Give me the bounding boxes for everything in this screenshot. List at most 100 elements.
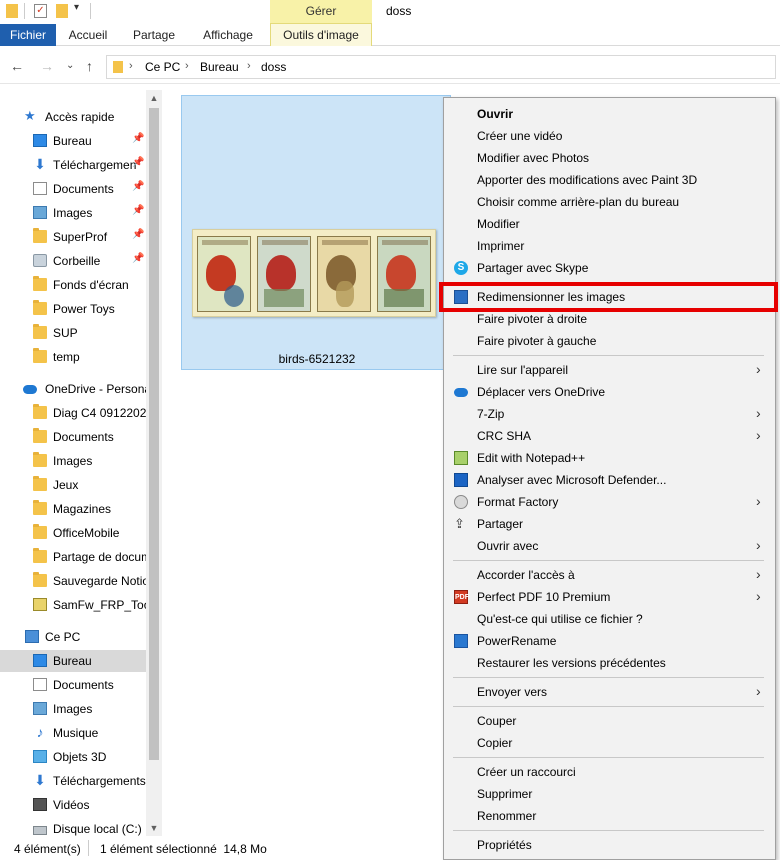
scroll-down-icon[interactable]: ▼	[146, 820, 162, 836]
sidebar-item-onedrive-documents[interactable]: Documents	[0, 426, 146, 448]
sidebar-item-disque-local[interactable]: Disque local (C:)	[0, 818, 146, 836]
scroll-up-icon[interactable]: ▲	[146, 90, 162, 106]
sidebar-item-temp[interactable]: temp	[0, 346, 146, 368]
breadcrumb-bureau[interactable]: Bureau	[200, 60, 239, 74]
sidebar-item-fonds-ecran[interactable]: Fonds d'écran	[0, 274, 146, 296]
address-bar[interactable]: › Ce PC › Bureau › doss	[106, 55, 776, 79]
sidebar-item-officemobile[interactable]: OfficeMobile	[0, 522, 146, 544]
forward-arrow-icon[interactable]: →	[40, 58, 54, 74]
menu-item-defender[interactable]: Analyser avec Microsoft Defender...	[444, 469, 775, 491]
sidebar-item-sauvegarde-notion[interactable]: Sauvegarde Notio	[0, 570, 146, 592]
menu-item-format-factory[interactable]: Format Factory ›	[444, 491, 775, 513]
breadcrumb-doss[interactable]: doss	[261, 60, 286, 74]
scrollbar-thumb[interactable]	[149, 108, 159, 760]
sidebar-item-telechargements[interactable]: ⬇ Téléchargemen 📌	[0, 154, 146, 176]
sidebar-item-bureau[interactable]: Bureau 📌	[0, 130, 146, 152]
tab-fichier[interactable]: Fichier	[0, 24, 56, 46]
menu-item-imprimer[interactable]: Imprimer	[444, 235, 775, 257]
menu-item-proprietes[interactable]: Propriétés	[444, 834, 775, 856]
folder-icon[interactable]	[6, 4, 18, 18]
sidebar-item-pc-documents[interactable]: Documents	[0, 674, 146, 696]
menu-item-7zip[interactable]: 7-Zip ›	[444, 403, 775, 425]
chevron-right-icon[interactable]: ›	[185, 60, 189, 72]
chevron-right-icon[interactable]: ›	[129, 60, 133, 72]
menu-item-redimensionner[interactable]: Redimensionner les images	[439, 282, 778, 312]
sidebar-item-pc-telechargements[interactable]: ⬇ Téléchargements	[0, 770, 146, 792]
breadcrumb-ce-pc[interactable]: Ce PC	[145, 60, 180, 74]
sidebar-item-onedrive-images[interactable]: Images	[0, 450, 146, 472]
menu-item-crc-sha[interactable]: CRC SHA ›	[444, 425, 775, 447]
pin-icon[interactable]: 📌	[132, 133, 144, 144]
menu-item-copier[interactable]: Copier	[444, 732, 775, 754]
menu-item-restaurer-versions[interactable]: Restaurer les versions précédentes	[444, 652, 775, 674]
sidebar-item-musique[interactable]: ♪ Musique	[0, 722, 146, 744]
tab-accueil[interactable]: Accueil	[58, 24, 118, 46]
sidebar-item-power-toys[interactable]: Power Toys	[0, 298, 146, 320]
menu-item-paint-3d[interactable]: Apporter des modifications avec Paint 3D	[444, 169, 775, 191]
new-folder-icon[interactable]	[56, 4, 68, 18]
file-item[interactable]: birds-6521232	[181, 95, 451, 370]
menu-item-partager-skype[interactable]: S Partager avec Skype	[444, 257, 775, 279]
pin-icon[interactable]: 📌	[132, 229, 144, 240]
sidebar-item-videos[interactable]: Vidéos	[0, 794, 146, 816]
pin-icon[interactable]: 📌	[132, 157, 144, 168]
sidebar-item-diag-c4[interactable]: Diag C4 09122022	[0, 402, 146, 424]
menu-item-ouvrir[interactable]: Ouvrir	[444, 103, 775, 125]
menu-item-label: Format Factory	[477, 495, 559, 509]
menu-item-perfect-pdf[interactable]: PDF Perfect PDF 10 Premium ›	[444, 586, 775, 608]
sidebar-item-label: SamFw_FRP_Tool_	[53, 598, 146, 612]
menu-item-couper[interactable]: Couper	[444, 710, 775, 732]
properties-icon[interactable]: ✓	[34, 4, 47, 18]
tab-outils-image[interactable]: Outils d'image	[270, 24, 372, 46]
sidebar-item-documents[interactable]: Documents 📌	[0, 178, 146, 200]
sidebar-item-partage-documents[interactable]: Partage de docum	[0, 546, 146, 568]
sidebar-item-images[interactable]: Images 📌	[0, 202, 146, 224]
menu-item-label: Lire sur l'appareil	[477, 363, 569, 377]
sidebar-item-sup[interactable]: SUP	[0, 322, 146, 344]
customize-toolbar-chevron-icon[interactable]: ▾	[74, 2, 79, 13]
menu-item-powerrename[interactable]: PowerRename	[444, 630, 775, 652]
pin-icon[interactable]: 📌	[132, 181, 144, 192]
menu-item-pivoter-gauche[interactable]: Faire pivoter à gauche	[444, 330, 775, 352]
menu-item-supprimer[interactable]: Supprimer	[444, 783, 775, 805]
menu-item-notepadpp[interactable]: Edit with Notepad++	[444, 447, 775, 469]
back-arrow-icon[interactable]: ←	[10, 58, 24, 74]
sidebar-item-ce-pc[interactable]: Ce PC	[0, 626, 146, 648]
menu-item-lire-appareil[interactable]: Lire sur l'appareil ›	[444, 359, 775, 381]
menu-item-modifier[interactable]: Modifier	[444, 213, 775, 235]
sidebar-item-bureau-pc[interactable]: Bureau	[0, 650, 146, 672]
menu-item-arriere-plan[interactable]: Choisir comme arrière-plan du bureau	[444, 191, 775, 213]
sidebar-item-label: Téléchargemen	[53, 158, 137, 172]
tab-affichage[interactable]: Affichage	[192, 24, 264, 46]
pin-icon[interactable]: 📌	[132, 253, 144, 264]
sidebar-item-objets-3d[interactable]: Objets 3D	[0, 746, 146, 768]
sidebar-scrollbar[interactable]: ▲ ▼	[146, 90, 162, 836]
sidebar-item-samfw[interactable]: SamFw_FRP_Tool_	[0, 594, 146, 616]
sidebar-item-superprof[interactable]: SuperProf 📌	[0, 226, 146, 248]
sidebar-item-acces-rapide[interactable]: ★ Accès rapide	[0, 106, 146, 128]
tab-partage[interactable]: Partage	[124, 24, 184, 46]
sidebar-item-magazines[interactable]: Magazines	[0, 498, 146, 520]
menu-item-modifier-photos[interactable]: Modifier avec Photos	[444, 147, 775, 169]
sidebar-item-onedrive[interactable]: OneDrive - Persona	[0, 378, 146, 400]
menu-item-creer-raccourci[interactable]: Créer un raccourci	[444, 761, 775, 783]
menu-item-ouvrir-avec[interactable]: Ouvrir avec ›	[444, 535, 775, 557]
chevron-right-icon[interactable]: ›	[247, 60, 251, 72]
menu-item-deplacer-onedrive[interactable]: Déplacer vers OneDrive	[444, 381, 775, 403]
status-divider	[88, 840, 89, 856]
menu-item-qui-utilise[interactable]: Qu'est-ce qui utilise ce fichier ?	[444, 608, 775, 630]
recent-locations-chevron-icon[interactable]: ⌄	[66, 60, 74, 71]
sidebar-item-corbeille[interactable]: Corbeille 📌	[0, 250, 146, 272]
sidebar-item-pc-images[interactable]: Images	[0, 698, 146, 720]
sidebar-item-jeux[interactable]: Jeux	[0, 474, 146, 496]
up-arrow-icon[interactable]: ↑	[86, 58, 93, 74]
window-title: doss	[386, 4, 412, 18]
menu-item-partager[interactable]: ⇪ Partager	[444, 513, 775, 535]
menu-item-pivoter-droite[interactable]: Faire pivoter à droite	[444, 308, 775, 330]
menu-item-accorder-acces[interactable]: Accorder l'accès à ›	[444, 564, 775, 586]
menu-item-envoyer-vers[interactable]: Envoyer vers ›	[444, 681, 775, 703]
pin-icon[interactable]: 📌	[132, 205, 144, 216]
menu-item-creer-video[interactable]: Créer une vidéo	[444, 125, 775, 147]
skype-icon: S	[454, 261, 468, 275]
menu-item-renommer[interactable]: Renommer	[444, 805, 775, 827]
